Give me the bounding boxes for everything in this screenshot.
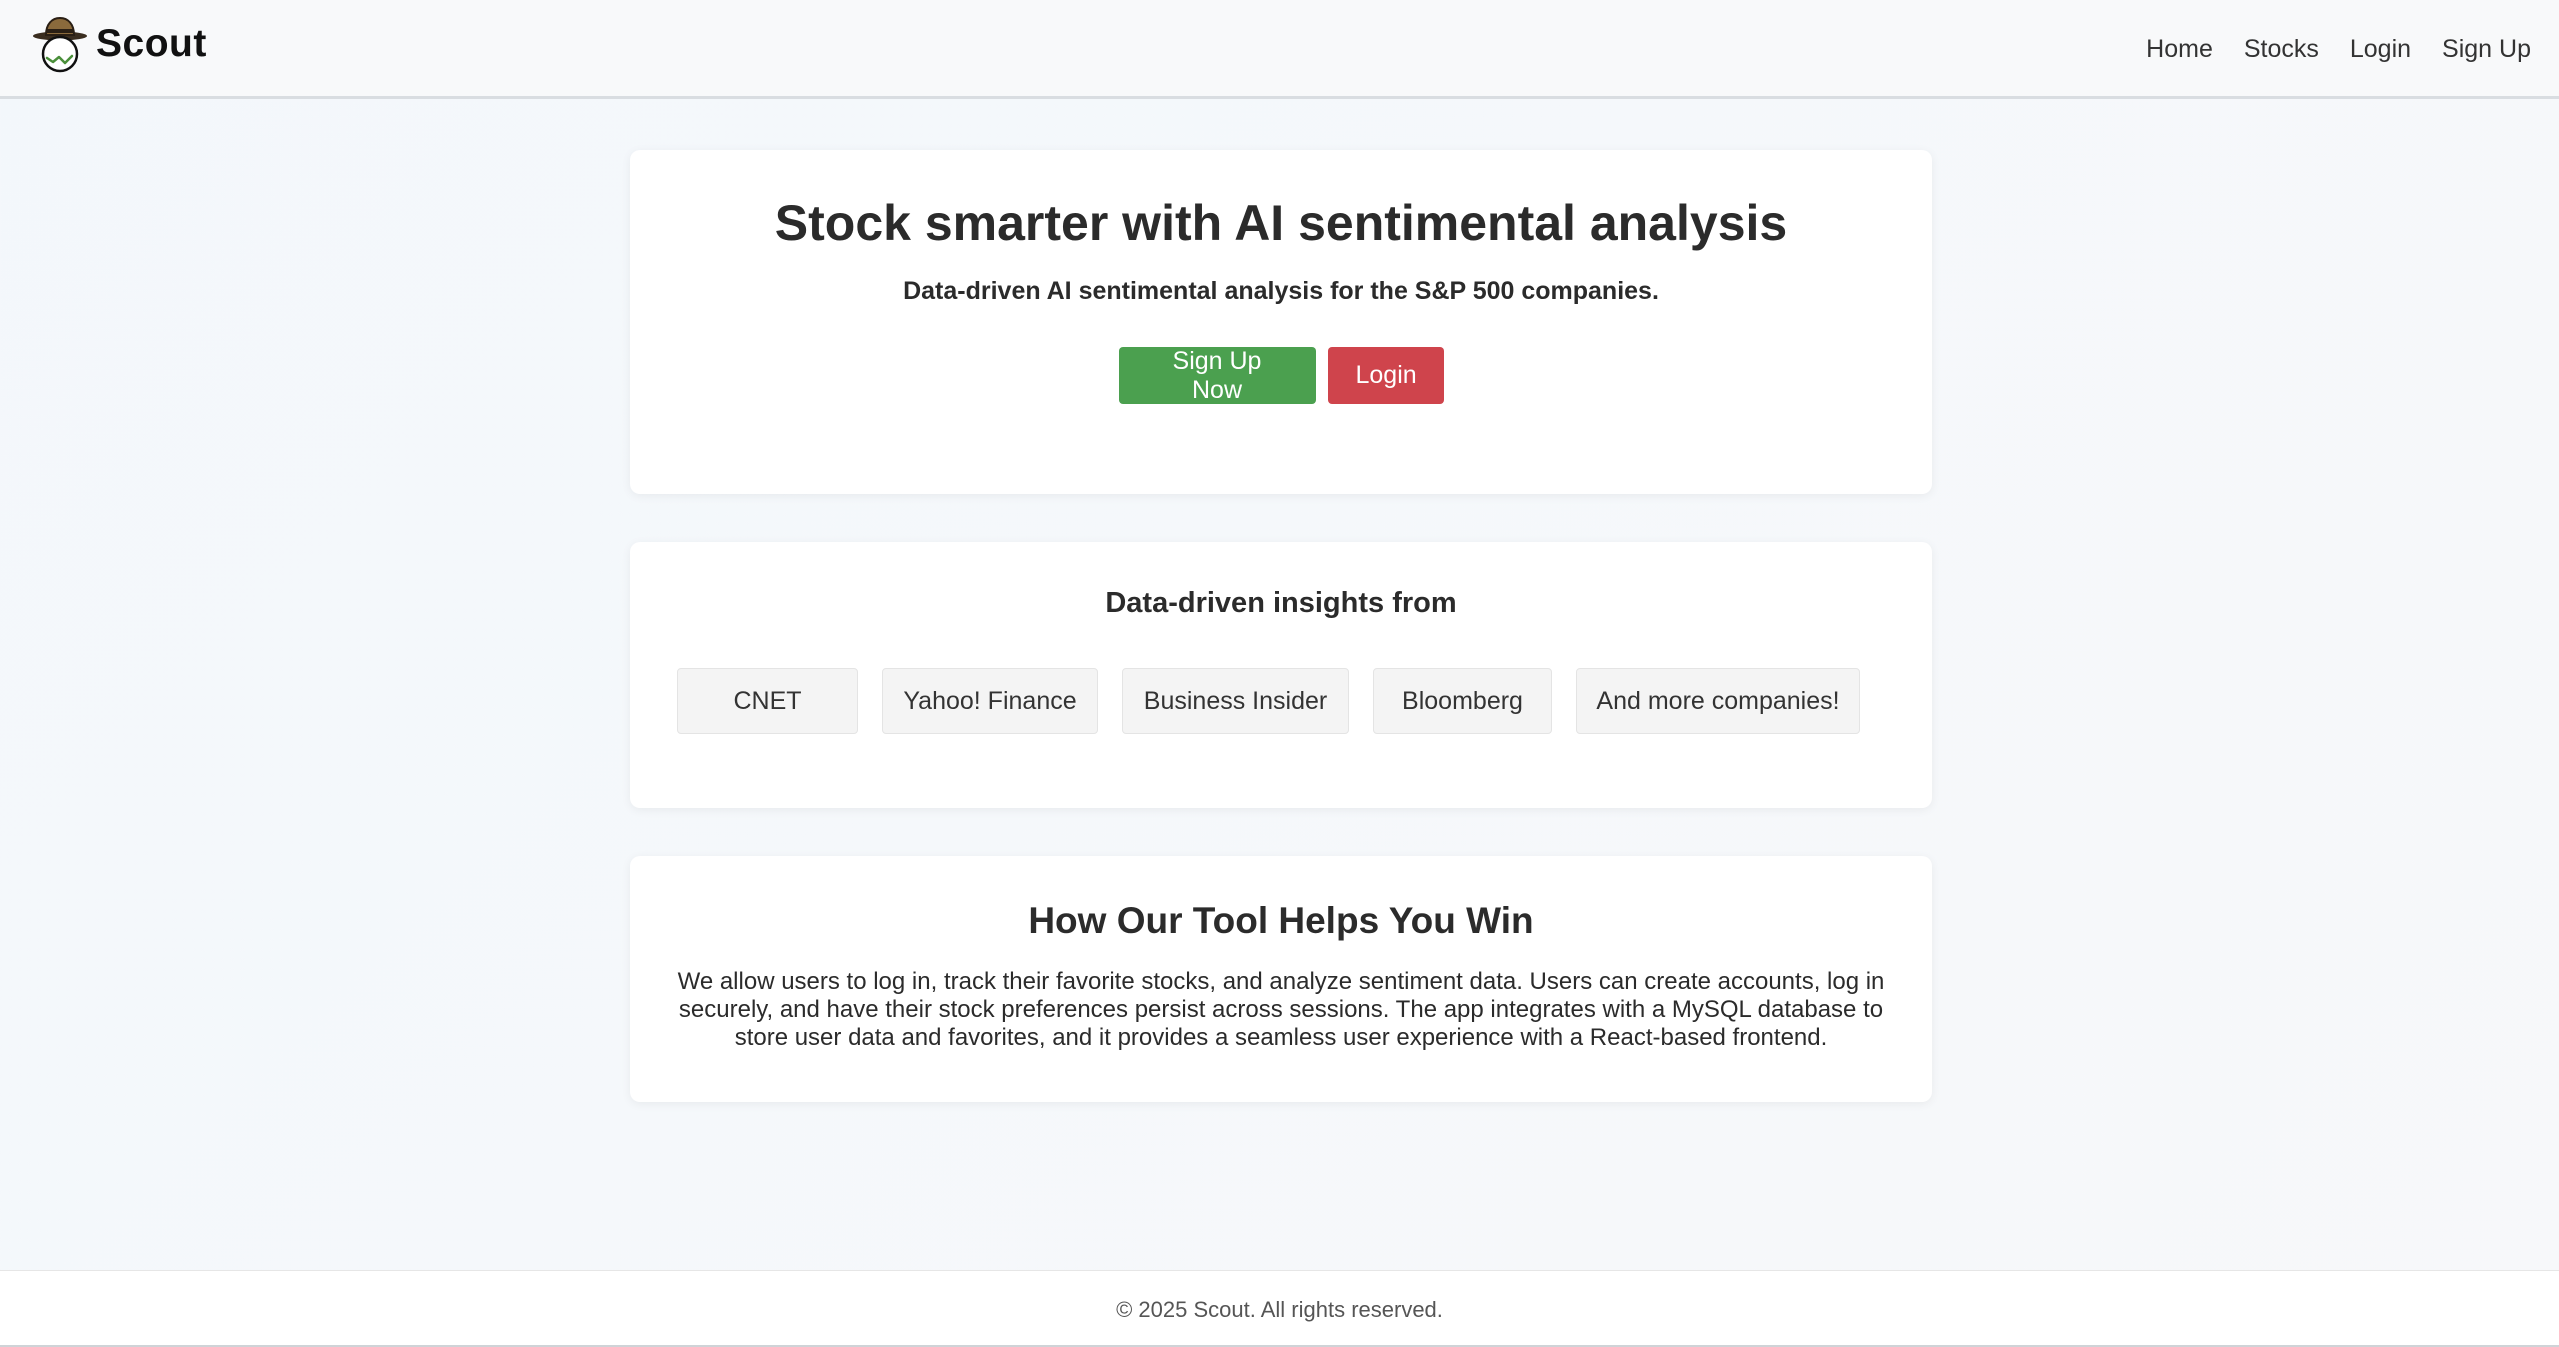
hero-title: Stock smarter with AI sentimental analys… bbox=[774, 195, 1788, 251]
nav-links: Home Stocks Login Sign Up bbox=[2115, 30, 2531, 68]
hero-subtitle: Data-driven AI sentimental analysis for … bbox=[903, 277, 1659, 305]
sign-up-now-button[interactable]: Sign Up Now bbox=[1118, 347, 1316, 404]
nav-login[interactable]: Login bbox=[2350, 30, 2411, 68]
source-list: CNET Yahoo! Finance Business Insider Blo… bbox=[677, 668, 1884, 734]
hero-card: Stock smarter with AI sentimental analys… bbox=[630, 150, 1932, 494]
source-chip-yahoo-finance: Yahoo! Finance bbox=[882, 668, 1098, 734]
navbar: Scout Home Stocks Login Sign Up bbox=[0, 0, 2559, 99]
source-chip-bloomberg: Bloomberg bbox=[1373, 668, 1552, 734]
nav-sign-up[interactable]: Sign Up bbox=[2442, 30, 2531, 68]
how-it-helps-card: How Our Tool Helps You Win We allow user… bbox=[630, 856, 1932, 1102]
how-description: We allow users to log in, track their fa… bbox=[677, 968, 1885, 1051]
copyright-text: © 2025 Scout. All rights reserved. bbox=[1116, 1297, 1443, 1322]
how-title: How Our Tool Helps You Win bbox=[1028, 900, 1534, 941]
source-chip-business-insider: Business Insider bbox=[1122, 668, 1349, 734]
source-chip-cnet: CNET bbox=[677, 668, 858, 734]
brand-name: Scout bbox=[96, 22, 207, 65]
nav-home[interactable]: Home bbox=[2146, 30, 2213, 68]
hero-buttons: Sign Up Now Login bbox=[630, 347, 1932, 404]
insights-card: Data-driven insights from CNET Yahoo! Fi… bbox=[630, 542, 1932, 808]
source-chip-more-companies: And more companies! bbox=[1576, 668, 1860, 734]
scout-logo-icon bbox=[33, 16, 87, 73]
footer: © 2025 Scout. All rights reserved. bbox=[0, 1270, 2559, 1347]
nav-stocks[interactable]: Stocks bbox=[2244, 30, 2319, 68]
insights-title: Data-driven insights from bbox=[1105, 587, 1457, 619]
brand[interactable]: Scout bbox=[32, 14, 207, 74]
login-button[interactable]: Login bbox=[1327, 347, 1444, 404]
